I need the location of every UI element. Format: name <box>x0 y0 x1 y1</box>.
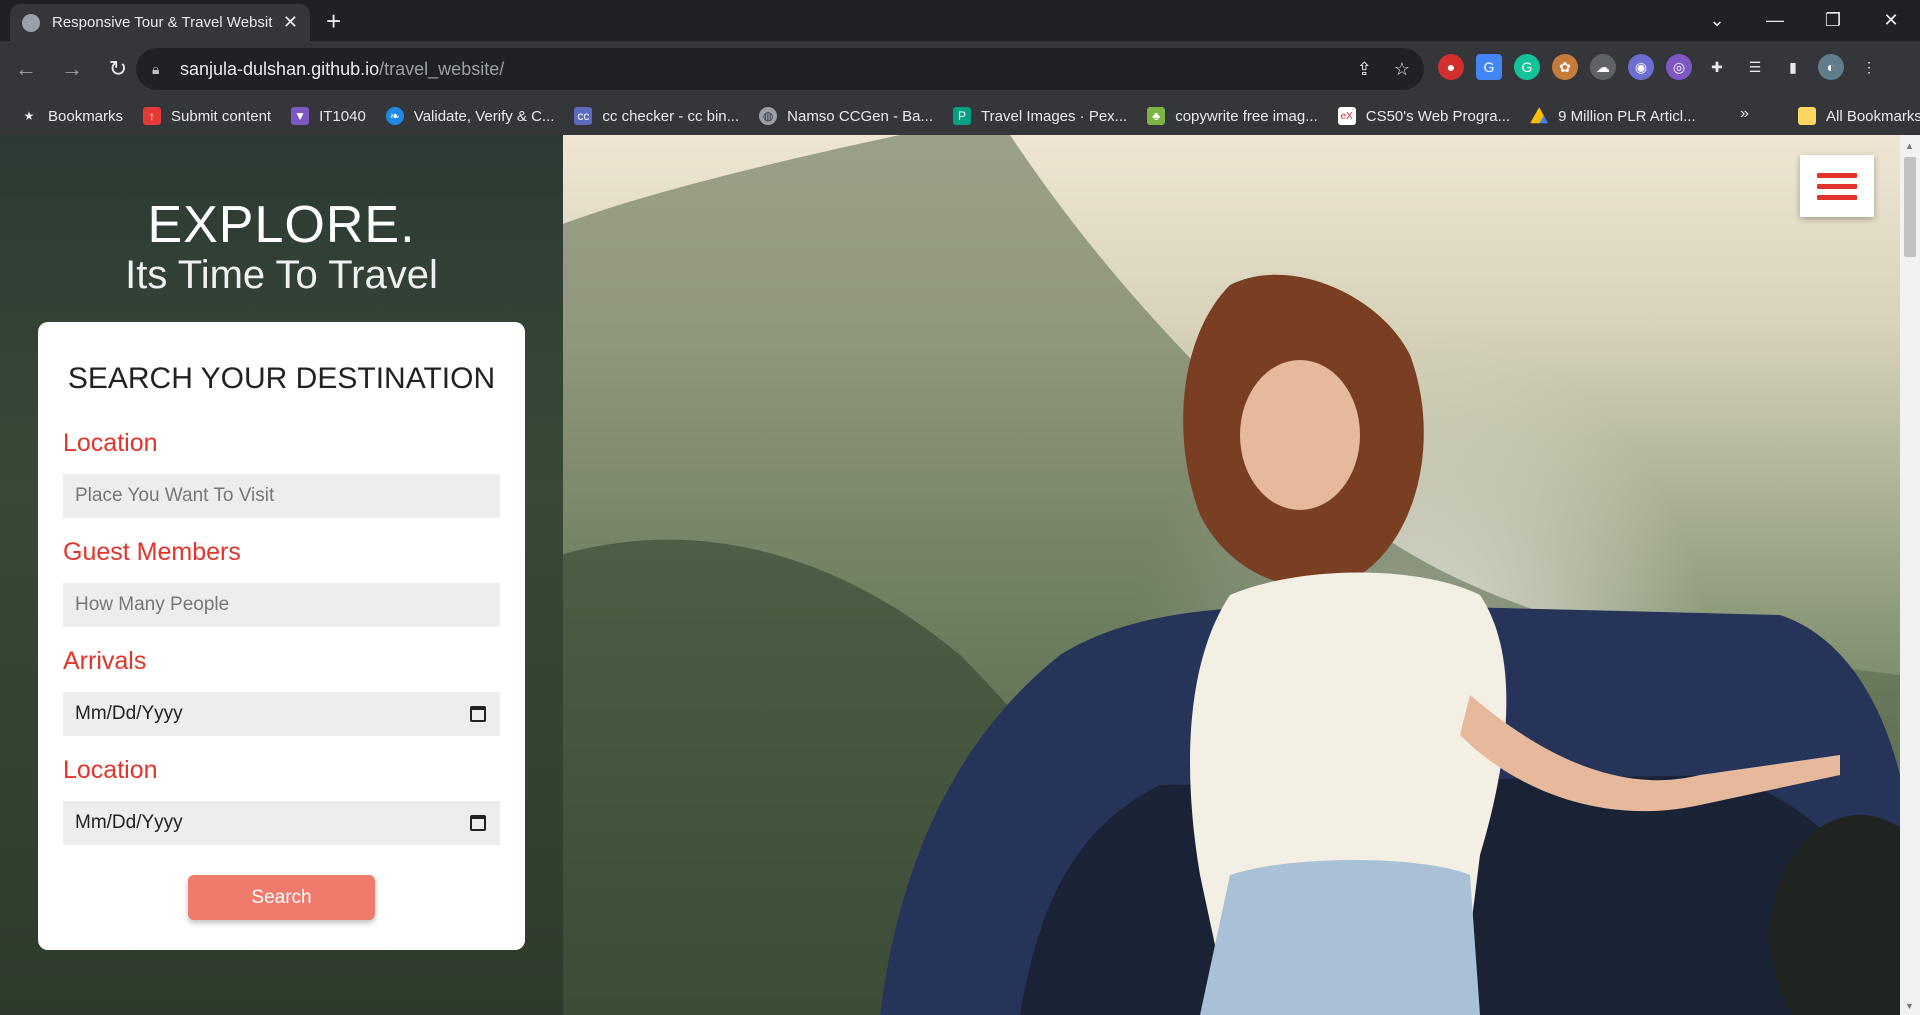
globe-extension-icon[interactable]: ◉ <box>1628 54 1654 80</box>
grammarly-extension-icon[interactable]: G <box>1514 54 1540 80</box>
page-scrollbar[interactable]: ▲ ▼ <box>1900 135 1920 1015</box>
bookmark-item-8[interactable]: eX CS50's Web Progra... <box>1337 107 1511 125</box>
bookmark-star-icon[interactable]: ☆ <box>1394 59 1410 80</box>
arrivals-date-input[interactable]: Mm/Dd/Yyyy <box>63 692 500 736</box>
bookmark-item-4[interactable]: cc cc checker - cc bin... <box>574 107 739 125</box>
leaving-date-value: Mm/Dd/Yyyy <box>75 812 183 833</box>
url-host: sanjula-dulshan.github.io <box>180 58 380 79</box>
bookmark-label: cc checker - cc bin... <box>602 107 740 125</box>
bookmark-item-3[interactable]: ❧ Validate, Verify & C... <box>385 107 555 125</box>
bookmark-item-9[interactable]: 9 Million PLR Articl... <box>1530 107 1696 125</box>
bookmark-item-1[interactable]: ↑ Submit content <box>143 107 271 125</box>
calendar-icon[interactable] <box>470 815 486 831</box>
hamburger-menu-button[interactable] <box>1800 155 1874 217</box>
forward-button[interactable]: → <box>52 56 92 82</box>
close-window-button[interactable]: ✕ <box>1862 0 1920 41</box>
edx-icon: eX <box>1337 107 1356 125</box>
bookmark-item-5[interactable]: ◍ Namso CCGen - Ba... <box>759 107 933 125</box>
location-label: Location <box>63 429 158 457</box>
reload-button[interactable]: ↻ <box>98 56 138 82</box>
guest-members-input[interactable]: How Many People <box>63 583 500 627</box>
shield-crest-icon: ▼ <box>291 107 310 125</box>
bookmark-label: copywrite free imag... <box>1175 107 1318 125</box>
bookmarks-star-icon: ★ <box>23 109 35 123</box>
calendar-icon[interactable] <box>470 706 486 722</box>
scroll-down-arrow-icon[interactable]: ▼ <box>1905 1001 1914 1011</box>
browser-chrome: Responsive Tour & Travel Websit ✕ + ⌄ — … <box>0 0 1920 135</box>
scrollbar-thumb[interactable] <box>1904 157 1916 257</box>
google-drive-icon <box>1530 107 1549 124</box>
minimize-button[interactable]: — <box>1746 0 1804 41</box>
bookmark-label: Validate, Verify & C... <box>413 107 555 125</box>
menu-bar-icon <box>1817 194 1857 200</box>
close-tab-icon[interactable]: ✕ <box>283 12 298 33</box>
new-tab-button[interactable]: + <box>326 6 341 37</box>
globe-icon: ◍ <box>759 107 778 125</box>
all-bookmarks-label: All Bookmarks <box>1826 107 1920 125</box>
share-icon[interactable]: ⇪ <box>1357 59 1372 80</box>
bookmark-label: Bookmarks <box>48 107 124 125</box>
lock-icon[interactable]: 🔒︎ <box>152 61 166 77</box>
more-bookmarks-button[interactable]: » <box>1740 105 1749 123</box>
search-card-title: SEARCH YOUR DESTINATION <box>67 362 496 395</box>
bookmark-item-2[interactable]: ▼ IT1040 <box>291 107 366 125</box>
bookmark-label: Submit content <box>171 107 272 125</box>
search-card: SEARCH YOUR DESTINATION Location Place Y… <box>38 322 525 950</box>
bookmark-label: Namso CCGen - Ba... <box>787 107 934 125</box>
browser-toolbar: ← → ↻ 🔒︎ sanjula-dulshan.github.io/trave… <box>0 41 1920 97</box>
bookmark-item-0[interactable]: ★ Bookmarks <box>20 107 123 125</box>
leaving-date-input[interactable]: Mm/Dd/Yyyy <box>63 801 500 845</box>
arrivals-date-value: Mm/Dd/Yyyy <box>75 703 183 724</box>
bookmark-label: Travel Images · Pex... <box>981 107 1128 125</box>
extensions-area: ● G G ✿ ☁ ◉ ◎ ✚ ☰ ▮ ◐ ⋮ <box>1438 54 1882 80</box>
cookie-extension-icon[interactable]: ✿ <box>1552 54 1578 80</box>
address-bar[interactable]: 🔒︎ sanjula-dulshan.github.io/travel_webs… <box>136 48 1424 90</box>
bookmark-label: IT1040 <box>319 107 366 125</box>
restore-button[interactable]: ❐ <box>1804 0 1862 41</box>
leaving-label: Location <box>63 756 158 784</box>
cc-icon: cc <box>574 107 593 125</box>
hero-subline: Its Time To Travel <box>125 253 438 297</box>
google-translate-extension-icon[interactable]: G <box>1476 54 1502 80</box>
leaf-icon: ❧ <box>385 107 404 125</box>
pexels-icon: P <box>953 107 972 125</box>
location-input[interactable]: Place You Want To Visit <box>63 474 500 518</box>
back-button[interactable]: ← <box>6 56 46 82</box>
tab-search-icon[interactable]: ⌄ <box>1688 0 1746 41</box>
globe-icon <box>22 13 40 32</box>
cloud-extension-icon[interactable]: ☁ <box>1590 54 1616 80</box>
url-path: /travel_website/ <box>379 58 505 79</box>
bookmark-item-7[interactable]: ♣ copywrite free imag... <box>1147 107 1318 125</box>
folder-icon <box>1798 107 1816 125</box>
search-sidebar: EXPLORE. Its Time To Travel SEARCH YOUR … <box>0 135 563 1015</box>
menu-bar-icon <box>1817 183 1857 189</box>
tab-strip: Responsive Tour & Travel Websit ✕ + ⌄ — … <box>0 0 1920 41</box>
media-controls-icon[interactable]: ☰ <box>1742 54 1768 80</box>
arrivals-label: Arrivals <box>63 647 147 675</box>
submit-icon: ↑ <box>143 107 162 125</box>
mastodon-extension-icon[interactable]: ◎ <box>1666 54 1692 80</box>
tab-title: Responsive Tour & Travel Websit <box>52 14 273 31</box>
hero-headline: EXPLORE. <box>147 196 416 254</box>
all-bookmarks-folder[interactable]: All Bookmarks <box>1798 97 1920 135</box>
bookmark-label: CS50's Web Progra... <box>1365 107 1511 125</box>
opera-adblock-extension-icon[interactable]: ● <box>1438 54 1464 80</box>
profile-avatar[interactable]: ◐ <box>1818 54 1844 80</box>
browser-menu-icon[interactable]: ⋮ <box>1856 54 1882 80</box>
side-panel-icon[interactable]: ▮ <box>1780 54 1806 80</box>
page-viewport: EXPLORE. Its Time To Travel SEARCH YOUR … <box>0 135 1920 1015</box>
guest-members-label: Guest Members <box>63 538 241 566</box>
puzzle-extensions-icon[interactable]: ✚ <box>1704 54 1730 80</box>
pixabay-icon: ♣ <box>1147 107 1166 125</box>
menu-bar-icon <box>1817 172 1857 178</box>
bookmark-item-6[interactable]: P Travel Images · Pex... <box>953 107 1127 125</box>
search-button[interactable]: Search <box>188 875 375 920</box>
scroll-up-arrow-icon[interactable]: ▲ <box>1905 141 1914 151</box>
bookmark-label: 9 Million PLR Articl... <box>1558 107 1696 125</box>
bookmarks-bar: ★ Bookmarks ↑ Submit content ▼ IT1040 ❧ … <box>0 97 1920 135</box>
browser-tab[interactable]: Responsive Tour & Travel Websit ✕ <box>10 4 310 41</box>
window-controls: ⌄ — ❐ ✕ <box>1688 0 1920 41</box>
